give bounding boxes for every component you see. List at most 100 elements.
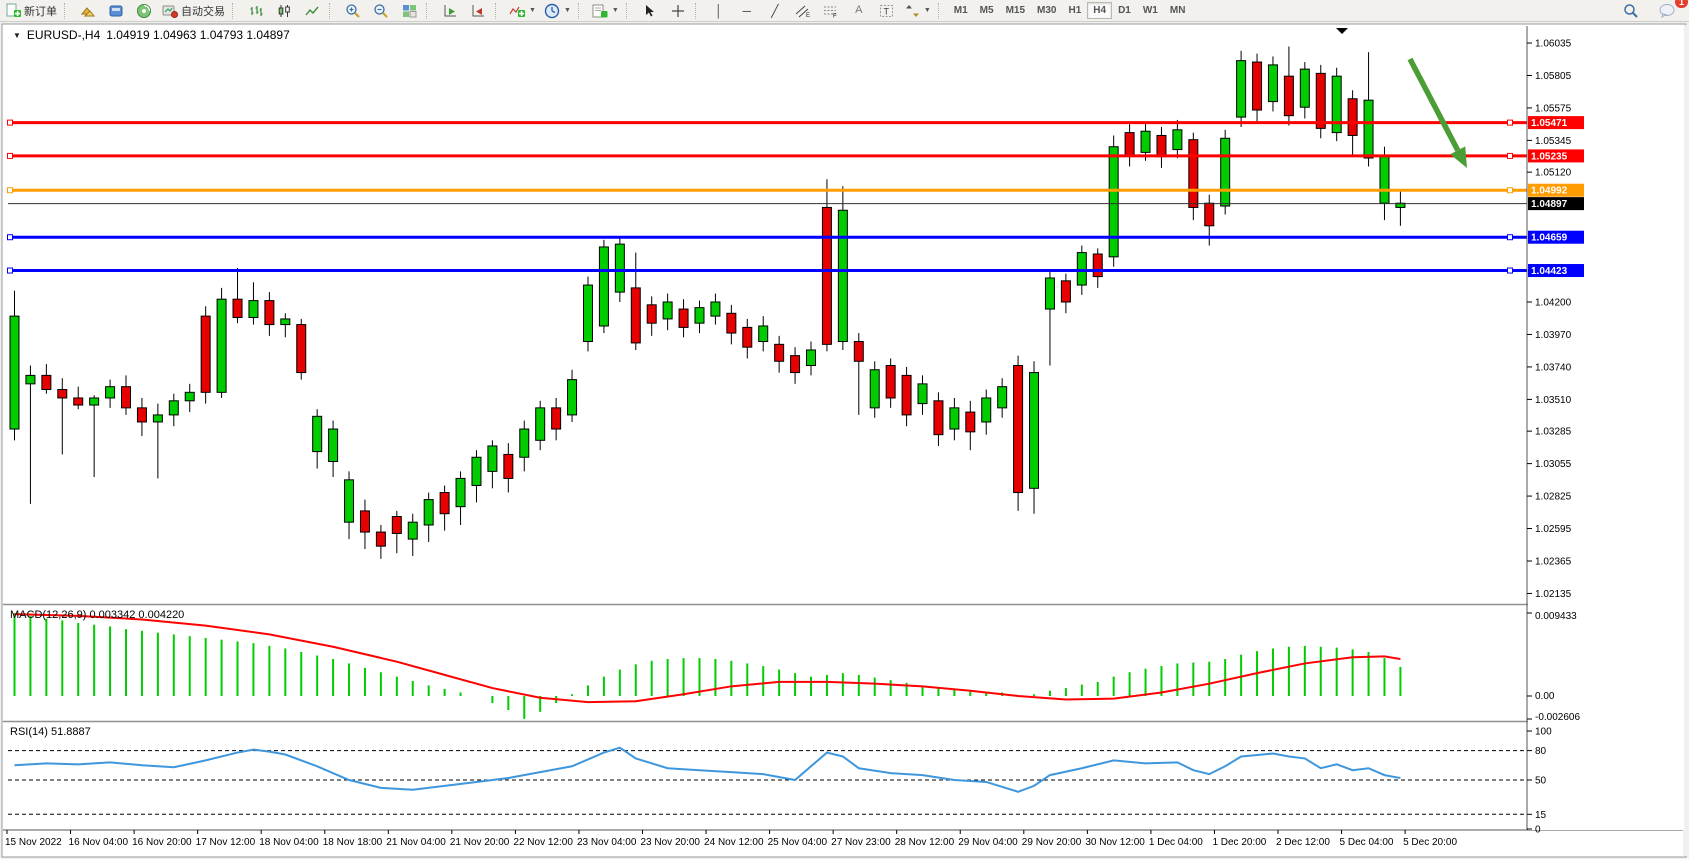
notification-badge: 1 <box>1675 0 1688 8</box>
line-chart-button[interactable] <box>298 0 326 22</box>
candle-bear <box>822 207 831 344</box>
time-tick-label: 21 Nov 20:00 <box>450 837 510 848</box>
timeframe-d1-button[interactable]: D1 <box>1112 2 1137 19</box>
zoom-out-button[interactable] <box>367 0 395 22</box>
candle-bull <box>870 370 879 408</box>
candle-bear <box>743 327 752 347</box>
periods-button[interactable]: ▼ <box>540 0 575 22</box>
svg-text:T: T <box>884 6 890 16</box>
toolbar-right: 1 <box>1617 0 1687 22</box>
candle-bull <box>1268 65 1277 102</box>
text-label-button[interactable]: T <box>873 0 901 22</box>
crosshair-button[interactable] <box>664 0 692 22</box>
indicators-button[interactable]: ▼ <box>505 0 540 22</box>
chart-canvas[interactable]: 1.060351.058051.055751.053451.051201.042… <box>0 0 1689 859</box>
price-tick-label: 1.03285 <box>1535 427 1572 438</box>
candle-bear <box>552 408 561 429</box>
line-handle[interactable] <box>8 268 13 273</box>
time-tick-label: 16 Nov 20:00 <box>132 837 192 848</box>
data-window-button[interactable] <box>102 0 130 22</box>
new-order-button[interactable]: 新订单 <box>2 0 61 22</box>
auto-scroll-icon <box>443 4 458 18</box>
channel-icon: E <box>795 4 811 18</box>
templates-button[interactable]: ▼ <box>588 0 623 22</box>
signals-button[interactable] <box>130 0 158 22</box>
line-chart-icon <box>305 4 320 18</box>
price-badge-text: 1.04423 <box>1531 266 1568 277</box>
vertical-line-icon: │ <box>715 5 723 17</box>
toolbar-separator <box>695 3 702 19</box>
zoom-in-button[interactable] <box>339 0 367 22</box>
market-watch-button[interactable] <box>74 0 102 22</box>
line-handle[interactable] <box>8 235 13 240</box>
chevron-down-icon: ▼ <box>924 7 931 14</box>
time-tick-label: 28 Nov 12:00 <box>895 837 955 848</box>
candle-bull <box>249 301 258 318</box>
timeframe-mn-button[interactable]: MN <box>1164 2 1192 19</box>
tile-windows-button[interactable] <box>395 0 423 22</box>
chart-shift-icon <box>471 4 486 18</box>
text-button[interactable]: A <box>845 0 873 22</box>
timeframe-w1-button[interactable]: W1 <box>1137 2 1164 19</box>
candle-bear <box>934 401 943 435</box>
time-tick-label: 23 Nov 04:00 <box>577 837 637 848</box>
toolbar-separator <box>938 3 945 19</box>
horizontal-line-button[interactable]: ─ <box>733 0 761 22</box>
chart-shift-button[interactable] <box>464 0 492 22</box>
candle-bull <box>153 415 162 422</box>
line-handle[interactable] <box>1508 188 1513 193</box>
arrows-button[interactable]: ▼ <box>901 0 935 22</box>
candle-bull <box>711 302 720 316</box>
candle-bull <box>281 319 290 325</box>
time-tick-label: 2 Dec 12:00 <box>1276 837 1330 848</box>
bar-chart-button[interactable] <box>242 0 270 22</box>
candle-bear <box>42 375 51 389</box>
vertical-line-button[interactable]: │ <box>705 0 733 22</box>
line-handle[interactable] <box>1508 235 1513 240</box>
fibonacci-button[interactable]: F <box>817 0 845 22</box>
auto-trading-button[interactable]: 自动交易 <box>158 0 229 22</box>
line-handle[interactable] <box>8 188 13 193</box>
toolbar-separator <box>626 3 633 19</box>
price-tick-label: 1.02135 <box>1535 589 1572 600</box>
candle-bull <box>1221 138 1230 206</box>
auto-scroll-button[interactable] <box>436 0 464 22</box>
zoom-out-icon <box>373 3 389 19</box>
timeframe-h4-button[interactable]: H4 <box>1087 2 1112 19</box>
candlestick-chart-button[interactable] <box>270 0 298 22</box>
candle-bear <box>376 532 385 546</box>
line-handle[interactable] <box>1508 268 1513 273</box>
candle-bull <box>106 387 115 398</box>
time-tick-label: 1 Dec 04:00 <box>1149 837 1203 848</box>
candle-bull <box>918 384 927 404</box>
timeframe-m5-button[interactable]: M5 <box>974 2 1000 19</box>
line-handle[interactable] <box>8 153 13 158</box>
notifications-button[interactable]: 1 <box>1653 0 1681 22</box>
price-badge-text: 1.04992 <box>1531 186 1568 197</box>
line-handle[interactable] <box>1508 120 1513 125</box>
line-handle[interactable] <box>8 120 13 125</box>
price-tick-label: 1.03970 <box>1535 330 1572 341</box>
rsi-axis-label: 80 <box>1535 746 1547 757</box>
candle-bear <box>791 356 800 373</box>
horizontal-line-icon: ─ <box>743 5 752 17</box>
time-tick-label: 23 Nov 20:00 <box>641 837 701 848</box>
candle-bull <box>345 480 354 522</box>
rsi-axis-label: 15 <box>1535 810 1547 821</box>
candle-bull <box>1332 76 1341 132</box>
price-tick-label: 1.05120 <box>1535 168 1572 179</box>
search-button[interactable] <box>1617 0 1645 22</box>
timeframe-h1-button[interactable]: H1 <box>1062 2 1087 19</box>
equidistant-channel-button[interactable]: E <box>789 0 817 22</box>
candle-bear <box>775 344 784 361</box>
timeframe-m15-button[interactable]: M15 <box>1000 2 1031 19</box>
timeframe-m1-button[interactable]: M1 <box>948 2 974 19</box>
blue-window-icon <box>108 4 124 18</box>
trendline-button[interactable]: ╱ <box>761 0 789 22</box>
timeframe-m30-button[interactable]: M30 <box>1031 2 1062 19</box>
clock-icon <box>544 3 560 19</box>
toolbar-separator <box>232 3 239 19</box>
cursor-button[interactable] <box>636 0 664 22</box>
price-tick-label: 1.03055 <box>1535 459 1572 470</box>
line-handle[interactable] <box>1508 153 1513 158</box>
